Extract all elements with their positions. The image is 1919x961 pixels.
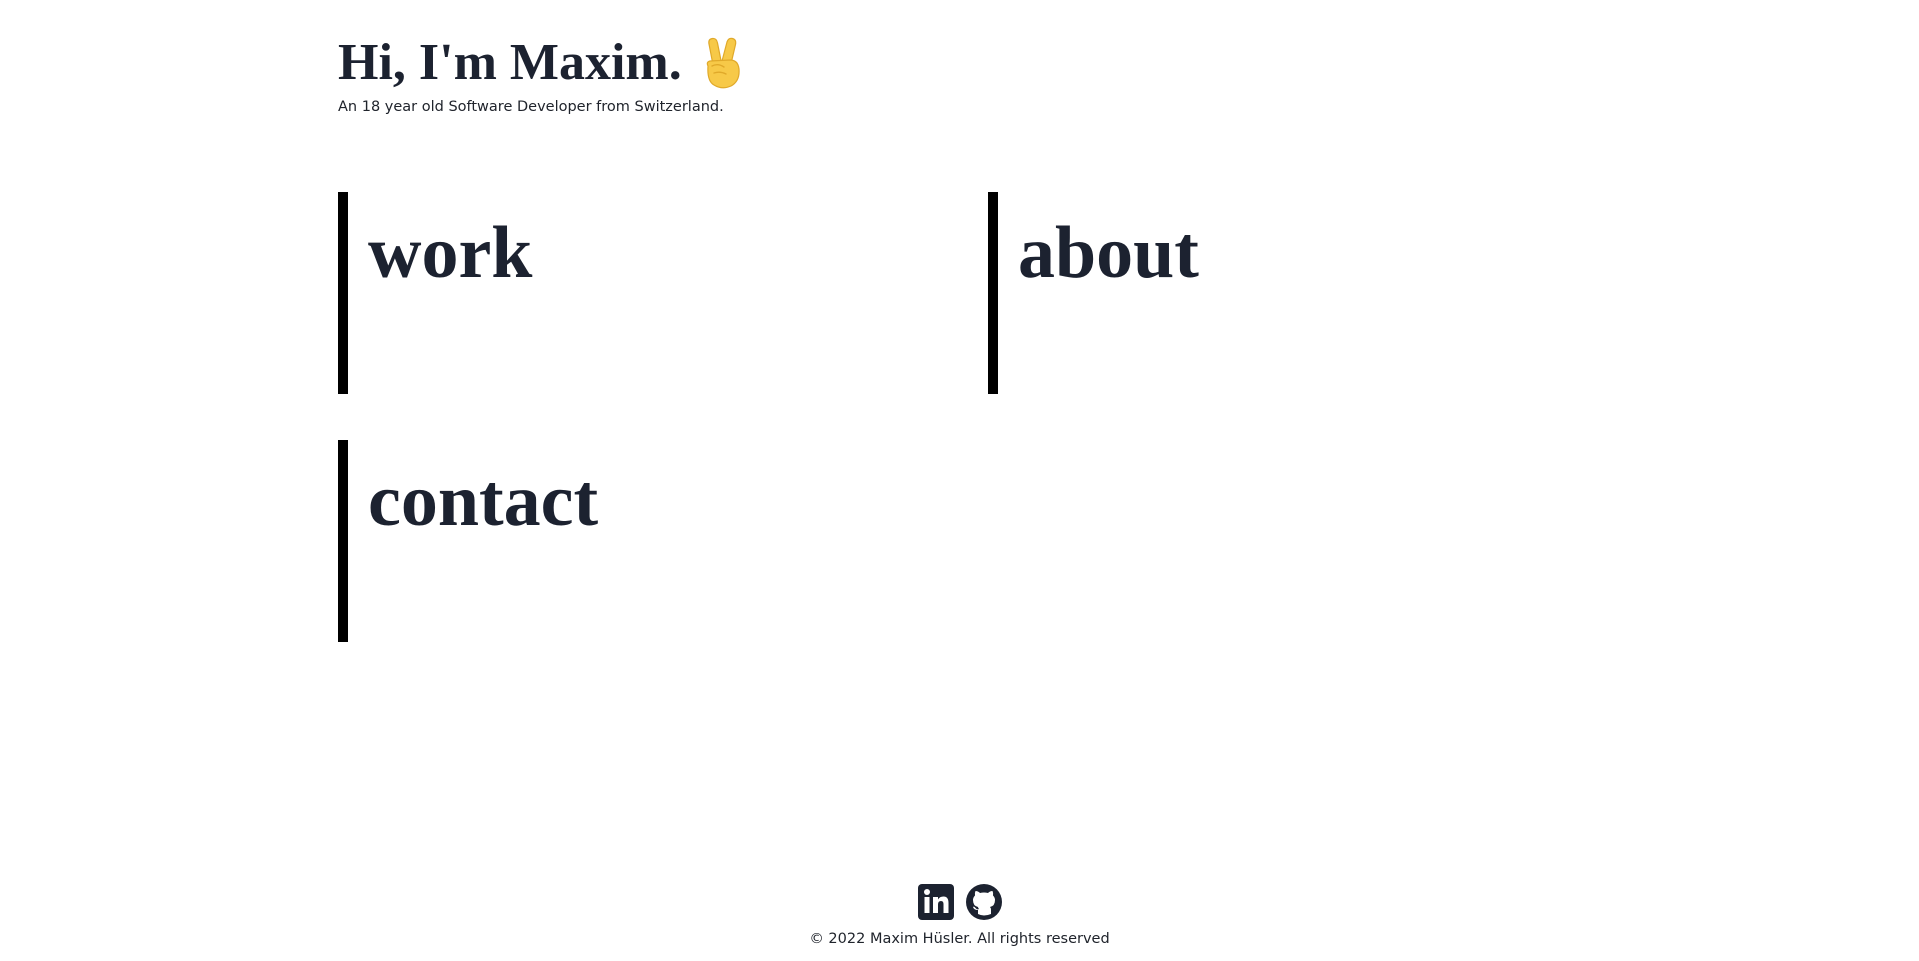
nav-contact-label: contact [368, 460, 599, 542]
victory-hand-icon [700, 36, 744, 90]
nav-card-about[interactable]: about [988, 192, 1588, 394]
nav-work-label: work [368, 212, 533, 294]
nav-about-label: about [1018, 212, 1199, 294]
title-row: Hi, I'm Maxim. [338, 30, 744, 96]
page-footer: © 2022 Maxim Hüsler. All rights reserved [0, 880, 1919, 948]
github-icon [965, 884, 1002, 920]
nav-card-work[interactable]: work [338, 192, 938, 394]
linkedin-link[interactable] [917, 883, 955, 921]
github-link[interactable] [965, 883, 1003, 921]
page-header: Hi, I'm Maxim. An 18 year old Software D… [338, 30, 744, 116]
social-links [0, 880, 1919, 924]
copyright-text: © 2022 Maxim Hüsler. All rights reserved [809, 931, 1110, 947]
page-subtitle: An 18 year old Software Developer from S… [338, 99, 724, 115]
page-title: Hi, I'm Maxim. [338, 34, 682, 91]
nav-card-contact[interactable]: contact [338, 440, 938, 642]
linkedin-icon [917, 884, 954, 920]
